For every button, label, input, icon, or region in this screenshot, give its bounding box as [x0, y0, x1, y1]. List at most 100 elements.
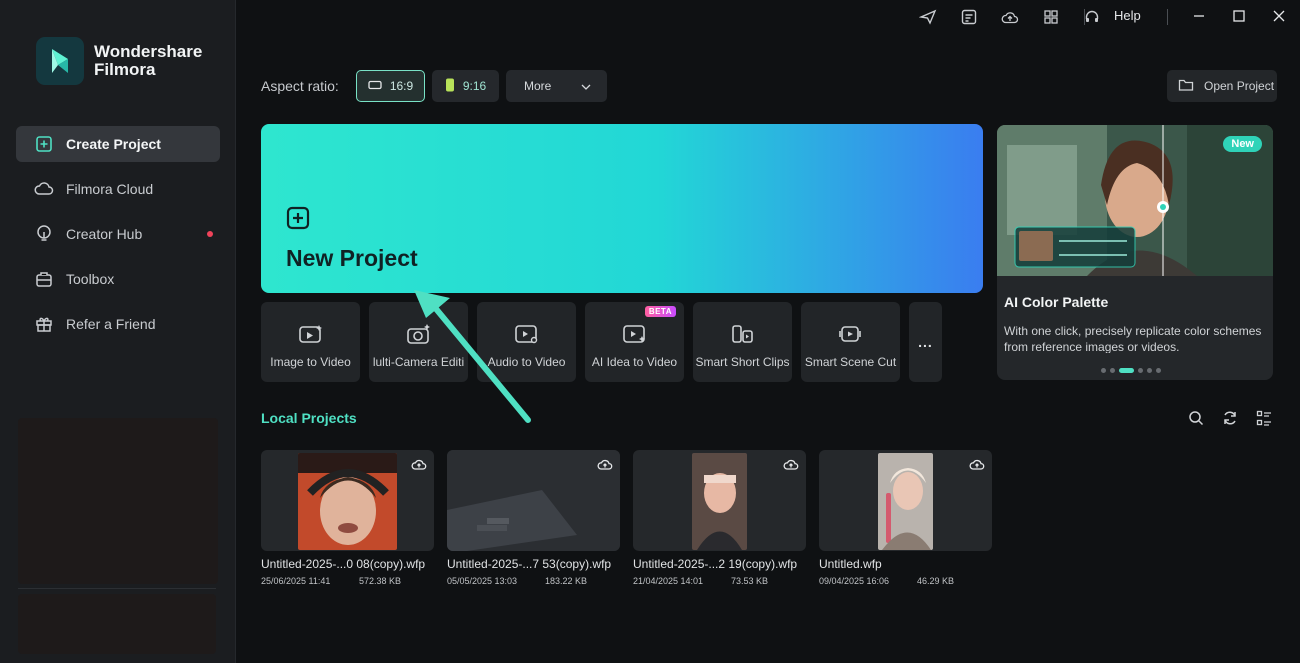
more-tools-button[interactable]: ...	[909, 302, 942, 382]
new-badge: New	[1223, 136, 1262, 152]
logo-line2: Filmora	[94, 60, 156, 79]
sidebar-item-creator-hub[interactable]: Creator Hub	[16, 216, 220, 252]
local-projects-tools	[1187, 409, 1273, 427]
carousel-dot[interactable]	[1138, 368, 1143, 373]
project-name: Untitled-2025-...7 53(copy).wfp	[447, 557, 612, 571]
bulb-icon	[34, 224, 54, 244]
refresh-icon[interactable]	[1221, 409, 1239, 427]
chevron-down-icon	[581, 79, 591, 93]
titlebar-divider	[1167, 9, 1168, 25]
titlebar-divider	[1084, 9, 1085, 25]
tile-label: Image to Video	[270, 355, 351, 369]
sidebar-item-toolbox[interactable]: Toolbox	[16, 261, 220, 297]
promo-title: AI Color Palette	[1004, 294, 1109, 310]
tile-smart-scene-cut[interactable]: Smart Scene Cut	[801, 302, 900, 382]
carousel-dot[interactable]	[1110, 368, 1115, 373]
more-label: More	[524, 79, 552, 93]
project-date: 05/05/2025 13:03	[447, 576, 518, 586]
aspect-16-9-button[interactable]: 16:9	[356, 70, 425, 102]
cloud-upload-icon[interactable]	[782, 456, 800, 472]
filmora-app: Wondershare Filmora Create Project Filmo…	[0, 0, 1300, 663]
titlebar-icons	[916, 6, 1104, 28]
project-card[interactable]: Untitled-2025-...2 19(copy).wfp 21/04/20…	[633, 450, 806, 586]
carousel-dot[interactable]	[1147, 368, 1152, 373]
sidebar-blurred-panel	[18, 418, 218, 584]
tile-label: AI Idea to Video	[591, 355, 678, 369]
carousel-dots	[1101, 368, 1161, 373]
aspect-ratio-label: Aspect ratio:	[261, 78, 339, 94]
promo-image: New	[997, 125, 1273, 276]
project-thumbnail	[261, 450, 434, 551]
project-thumbnail	[633, 450, 806, 551]
promo-description: With one click, precisely replicate colo…	[1004, 324, 1262, 353]
ai-idea-video-icon	[622, 322, 648, 346]
multi-camera-icon	[406, 322, 432, 346]
carousel-dot[interactable]	[1156, 368, 1161, 373]
filmora-logo-icon	[36, 37, 84, 85]
maximize-icon[interactable]	[1226, 4, 1252, 28]
sidebar-item-label: Creator Hub	[66, 226, 143, 242]
minimize-icon[interactable]	[1186, 4, 1212, 28]
tile-label: Smart Scene Cut	[804, 355, 897, 369]
tile-image-to-video[interactable]: Image to Video	[261, 302, 360, 382]
project-meta: 21/04/2025 14:01 73.53 KB	[633, 576, 806, 586]
project-name: Untitled.wfp	[819, 557, 882, 571]
sidebar-item-refer-a-friend[interactable]: Refer a Friend	[16, 306, 220, 342]
tile-label: Audio to Video	[487, 355, 566, 369]
cloud-upload-icon[interactable]	[968, 456, 986, 472]
send-icon[interactable]	[916, 6, 940, 28]
promo-card[interactable]: New AI Color Palette With one click, pre…	[997, 125, 1273, 380]
sidebar: Wondershare Filmora Create Project Filmo…	[0, 0, 236, 663]
tile-label: lulti-Camera Editi	[372, 355, 465, 369]
cloud-upload-icon[interactable]	[998, 6, 1022, 28]
tile-audio-to-video[interactable]: Audio to Video	[477, 302, 576, 382]
tile-label: Smart Short Clips	[695, 355, 790, 369]
project-card[interactable]: Untitled-2025-...7 53(copy).wfp 05/05/20…	[447, 450, 620, 586]
sidebar-item-create-project[interactable]: Create Project	[16, 126, 220, 162]
image-video-icon	[298, 322, 324, 346]
project-size: 73.53 KB	[731, 576, 769, 586]
carousel-dot[interactable]	[1101, 368, 1106, 373]
project-date: 21/04/2025 14:01	[633, 576, 704, 586]
help-menu[interactable]: Help	[1114, 8, 1141, 23]
project-card[interactable]: Untitled-2025-...0 08(copy).wfp 25/06/20…	[261, 450, 434, 586]
list-view-icon[interactable]	[1255, 409, 1273, 427]
sidebar-account-area[interactable]	[18, 594, 216, 654]
aspect-more-dropdown[interactable]: More	[506, 70, 607, 102]
search-icon[interactable]	[1187, 409, 1205, 427]
tile-smart-short-clips[interactable]: Smart Short Clips	[693, 302, 792, 382]
sidebar-item-filmora-cloud[interactable]: Filmora Cloud	[16, 171, 220, 207]
portrait-icon	[445, 78, 455, 95]
audio-video-icon	[514, 322, 540, 346]
project-meta: 25/06/2025 11:41 572.38 KB	[261, 576, 434, 586]
local-projects-title: Local Projects	[261, 410, 357, 426]
cloud-icon	[34, 179, 54, 199]
cloud-upload-icon[interactable]	[596, 456, 614, 472]
cloud-upload-icon[interactable]	[410, 456, 428, 472]
project-thumbnail	[447, 450, 620, 551]
sidebar-nav: Create Project Filmora Cloud Creator Hub	[16, 126, 220, 351]
open-project-label: Open Project	[1204, 79, 1275, 93]
folder-icon	[1178, 78, 1194, 95]
app-name: Wondershare Filmora	[94, 43, 202, 79]
tile-ai-idea-to-video[interactable]: BETA AI Idea to Video	[585, 302, 684, 382]
project-card[interactable]: Untitled.wfp 09/04/2025 16:06 46.29 KB	[819, 450, 992, 586]
grid-apps-icon[interactable]	[1039, 6, 1063, 28]
project-name: Untitled-2025-...2 19(copy).wfp	[633, 557, 798, 571]
more-dots-icon: ...	[918, 334, 933, 350]
close-icon[interactable]	[1266, 4, 1292, 28]
task-list-icon[interactable]	[957, 6, 981, 28]
project-meta: 09/04/2025 16:06 46.29 KB	[819, 576, 992, 586]
new-project-card[interactable]: New Project	[261, 124, 983, 293]
project-thumbnail	[819, 450, 992, 551]
carousel-dot-active[interactable]	[1119, 368, 1134, 373]
project-list: Untitled-2025-...0 08(copy).wfp 25/06/20…	[261, 450, 992, 586]
title-bar: Help	[236, 0, 1300, 34]
gift-icon	[34, 314, 54, 334]
aspect-9-16-button[interactable]: 9:16	[432, 70, 499, 102]
sidebar-item-label: Create Project	[66, 136, 161, 152]
tile-multi-camera-editing[interactable]: lulti-Camera Editi	[369, 302, 468, 382]
plus-square-icon	[286, 206, 310, 235]
scene-cut-icon	[838, 322, 864, 346]
open-project-button[interactable]: Open Project	[1167, 70, 1277, 102]
